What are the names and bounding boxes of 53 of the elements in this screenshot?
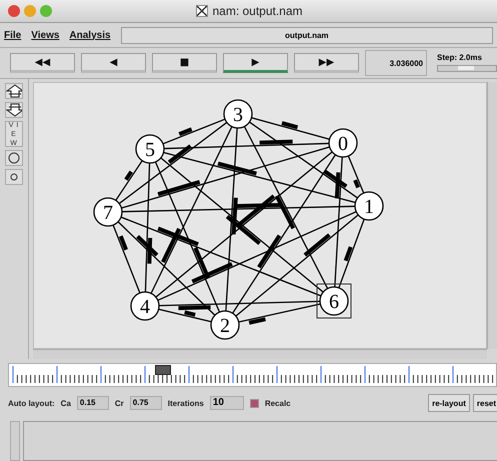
close-button[interactable] — [8, 5, 20, 17]
network-node[interactable] — [316, 284, 352, 318]
window-title: nam: output.nam — [212, 4, 303, 18]
step-label: Step: 2.0ms — [437, 53, 483, 62]
ca-label: Ca — [60, 398, 71, 408]
horizontal-scrollbar[interactable] — [33, 349, 487, 359]
down-arrow-icon — [6, 103, 22, 117]
playback-button[interactable]: ◀◀ — [10, 53, 75, 73]
layout-button[interactable]: re-layout — [428, 394, 470, 412]
vertical-scrollbar[interactable] — [487, 82, 497, 349]
circle-tool-button[interactable] — [5, 150, 23, 166]
node-label: 5 — [145, 139, 155, 161]
recalc-checkbox[interactable] — [250, 398, 259, 408]
node-label: 3 — [233, 104, 243, 126]
recalc-label: Recalc — [264, 398, 291, 408]
zoom-out-button[interactable] — [5, 102, 23, 118]
node-label: 6 — [329, 291, 339, 313]
node-label: 2 — [220, 315, 230, 337]
timeline-thumb[interactable] — [155, 365, 172, 375]
file-name-field: output.nam — [120, 26, 493, 44]
network-node[interactable] — [210, 310, 240, 340]
x-logo-icon — [196, 5, 208, 17]
zoom-in-button[interactable] — [5, 83, 23, 99]
playback-button[interactable]: ■ — [152, 53, 217, 73]
menu-item[interactable]: Analysis — [69, 30, 111, 40]
node-label: 1 — [364, 196, 374, 218]
network-node[interactable] — [135, 134, 165, 164]
network-node[interactable] — [223, 99, 253, 129]
iterations-label: Iterations — [168, 398, 204, 408]
network-node[interactable] — [328, 128, 358, 158]
node-label: 4 — [140, 296, 150, 318]
small-circle-icon — [10, 173, 18, 181]
playback-button[interactable]: ▶ — [223, 53, 288, 73]
menu-item[interactable]: Views — [31, 30, 60, 40]
up-arrow-icon — [6, 84, 22, 98]
playback-button[interactable]: ◀ — [81, 53, 146, 73]
small-circle-tool-button[interactable] — [5, 169, 23, 185]
ca-input-field[interactable]: 0.15 — [76, 396, 109, 410]
node-label: 7 — [103, 202, 113, 224]
auto-layout-label: Auto layout: — [8, 398, 55, 408]
vertical-scrollbar[interactable] — [10, 421, 20, 461]
iterations-input-field[interactable]: 10 — [210, 396, 244, 410]
network-node[interactable] — [93, 197, 123, 227]
cr-label: Cr — [114, 398, 124, 408]
circle-icon — [8, 152, 20, 164]
cr-input-field[interactable]: 0.75 — [130, 396, 162, 410]
layout-button[interactable]: reset — [472, 394, 497, 412]
node-label: 0 — [338, 133, 348, 155]
network-node[interactable] — [130, 291, 160, 321]
network-node[interactable] — [354, 191, 384, 221]
time-display: 3.036000 — [365, 50, 427, 76]
playback-button[interactable]: ▶▶ — [294, 53, 359, 73]
menu-item[interactable]: File — [4, 30, 22, 40]
